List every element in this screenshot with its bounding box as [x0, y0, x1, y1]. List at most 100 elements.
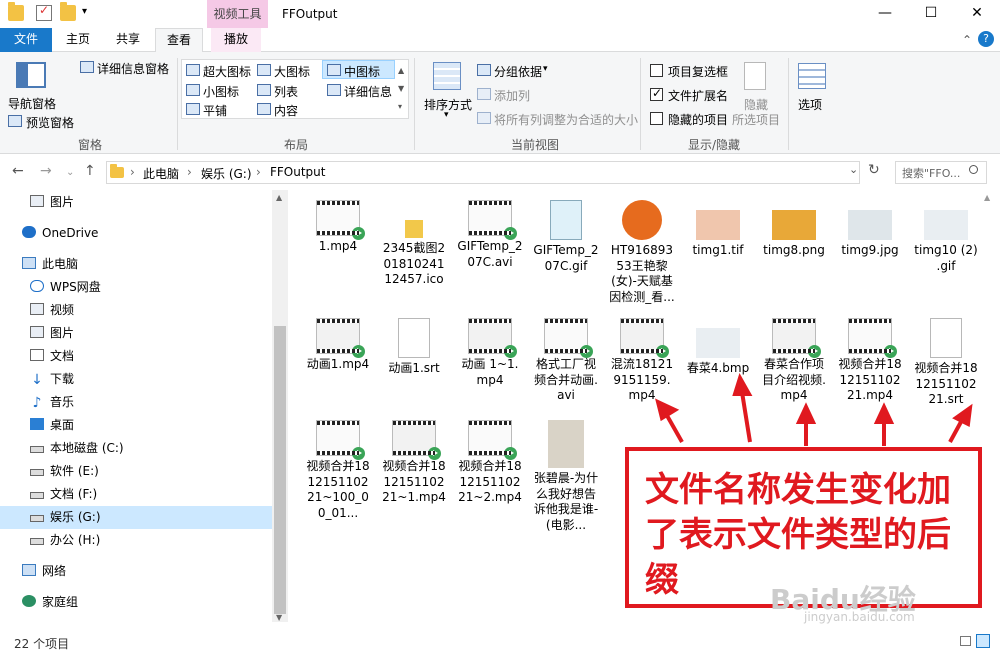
group-by-dropdown-icon[interactable]: ▾	[543, 64, 548, 74]
refresh-icon[interactable]: ↻	[868, 162, 880, 178]
recent-dropdown-icon[interactable]: ⌄	[66, 167, 74, 178]
file-item[interactable]: 动画 1~1.mp4	[452, 318, 528, 388]
nav-item-videos[interactable]: 视频	[0, 299, 272, 322]
details-pane-button[interactable]: 详细信息窗格	[97, 60, 169, 77]
layout-content[interactable]: 内容	[274, 102, 298, 119]
file-item[interactable]: timg1.tif	[680, 200, 756, 259]
file-name: 视频合并181215110221~1.mp4	[382, 459, 446, 504]
address-dropdown-icon[interactable]: ⌄	[849, 163, 858, 176]
tab-file[interactable]: 文件	[0, 28, 52, 52]
navigation-pane-icon[interactable]	[16, 62, 46, 88]
file-item[interactable]: 视频合并181215110221~100_00_01...	[300, 420, 376, 521]
nav-item-pictures[interactable]: 图片	[0, 322, 272, 345]
minimize-button[interactable]: —	[862, 0, 908, 28]
scroll-up-icon[interactable]: ▲	[276, 193, 282, 202]
tab-share[interactable]: 共享	[106, 28, 150, 52]
preview-pane-button[interactable]: 预览窗格	[26, 114, 74, 131]
up-button[interactable]: ↑	[84, 163, 96, 179]
image-thumbnail	[924, 210, 968, 240]
layout-medium-icons[interactable]: 中图标	[344, 63, 380, 80]
large-icons-view-icon[interactable]	[976, 634, 990, 648]
group-label-current-view: 当前视图	[510, 138, 559, 152]
file-item[interactable]: 动画1.mp4	[300, 318, 376, 373]
layout-scroll-icon[interactable]: ▲ ▼ ▾	[398, 62, 404, 116]
file-item[interactable]: timg8.png	[756, 200, 832, 259]
nav-item-wps[interactable]: WPS网盘	[0, 276, 272, 299]
layout-extra-large-icons[interactable]: 超大图标	[203, 63, 251, 80]
file-extensions-checkbox[interactable]	[650, 86, 663, 101]
file-item[interactable]: 视频合并181215110221~1.mp4	[376, 420, 452, 506]
file-item[interactable]: timg9.jpg	[832, 200, 908, 259]
file-item[interactable]: GIFTemp_207C.gif	[528, 200, 604, 274]
options-button[interactable]: 选项	[798, 96, 822, 113]
file-item[interactable]: timg10 (2) .gif	[908, 200, 984, 274]
nav-item-downloads[interactable]: ↓ 下载	[0, 368, 272, 391]
play-icon	[352, 227, 365, 240]
nav-item-this-pc[interactable]: 此电脑	[0, 253, 272, 276]
item-checkboxes-checkbox[interactable]	[650, 64, 663, 77]
nav-item-desktop[interactable]: 桌面	[0, 414, 272, 437]
file-item[interactable]: 张碧晨-为什么我好想告诉他我是谁-(电影...	[528, 420, 604, 533]
hidden-items-checkbox[interactable]	[650, 112, 663, 125]
layout-tiles[interactable]: 平铺	[203, 102, 227, 119]
add-columns-button[interactable]: 添加列	[494, 87, 530, 104]
file-item[interactable]: 视频合并181215110221~2.mp4	[452, 420, 528, 506]
nav-item-music[interactable]: ♪ 音乐	[0, 391, 272, 414]
nav-item-onedrive[interactable]: OneDrive	[0, 222, 272, 245]
video-file-icon	[316, 318, 365, 358]
customize-toolbar-icon[interactable]: ▾	[82, 6, 87, 17]
file-item[interactable]: GIFTemp_207C.avi	[452, 200, 528, 270]
music-note-icon: ♪	[32, 395, 42, 411]
file-item[interactable]: 格式工厂视频合并动画.avi	[528, 318, 604, 404]
layout-small-icons[interactable]: 小图标	[203, 83, 239, 100]
layout-large-icons[interactable]: 大图标	[274, 63, 310, 80]
properties-icon[interactable]: ✓	[36, 3, 52, 21]
scroll-down-icon[interactable]: ▼	[276, 613, 282, 622]
medium-icons-icon	[327, 64, 341, 76]
breadcrumb-drive-g[interactable]: 娱乐 (G:)	[201, 165, 252, 182]
search-icon[interactable]	[969, 165, 978, 174]
size-columns-button[interactable]: 将所有列调整为合适的大小	[494, 111, 638, 128]
file-item[interactable]: 1.mp4	[300, 200, 376, 255]
video-file-icon	[316, 420, 365, 460]
forward-button[interactable]: →	[40, 163, 52, 179]
tab-view[interactable]: 查看	[155, 28, 203, 53]
desktop-icon	[30, 418, 44, 430]
layout-list[interactable]: 列表	[274, 83, 298, 100]
close-button[interactable]: ✕	[954, 0, 1000, 28]
play-icon	[352, 447, 365, 460]
file-item[interactable]: 动画1.srt	[376, 318, 452, 377]
new-folder-icon[interactable]	[60, 2, 76, 21]
nav-item-drive-h[interactable]: 办公 (H:)	[0, 529, 272, 552]
group-by-button[interactable]: 分组依据	[494, 63, 542, 80]
tab-home[interactable]: 主页	[56, 28, 100, 52]
nav-item-network[interactable]: 网络	[0, 560, 272, 583]
details-view-icon[interactable]	[960, 636, 971, 646]
help-icon[interactable]: ?	[978, 31, 994, 47]
nav-item-pictures-quick[interactable]: 图片	[0, 191, 272, 214]
nav-item-documents[interactable]: 文档	[0, 345, 272, 368]
breadcrumb-ffoutput[interactable]: FFOutput	[270, 165, 326, 179]
nav-item-homegroup[interactable]: 家庭组	[0, 591, 272, 614]
sort-dropdown-icon[interactable]: ▾	[444, 110, 449, 120]
back-button[interactable]: ←	[12, 163, 24, 179]
nav-item-drive-g[interactable]: 娱乐 (G:)	[0, 506, 272, 529]
navigation-pane-button[interactable]: 导航窗格	[8, 95, 56, 112]
video-file-icon	[468, 420, 517, 460]
file-item[interactable]: HT91689353王艳黎(女)-天赋基因检测_看...	[604, 200, 680, 305]
scroll-up-icon[interactable]: ▲	[984, 193, 990, 202]
sidebar-scrollbar-thumb[interactable]	[274, 326, 286, 614]
tab-play[interactable]: 播放	[211, 28, 261, 52]
maximize-button[interactable]: ☐	[908, 0, 954, 28]
status-item-count: 22 个项目	[14, 637, 70, 651]
folder-icon	[8, 2, 24, 21]
group-separator	[177, 58, 178, 150]
layout-details[interactable]: 详细信息	[344, 83, 392, 100]
collapse-ribbon-icon[interactable]: ⌃	[962, 33, 972, 47]
file-item[interactable]: 2345截图20181024112457.ico	[376, 200, 452, 288]
nav-item-drive-c[interactable]: 本地磁盘 (C:)	[0, 437, 272, 460]
arrow-line	[948, 419, 964, 443]
nav-item-drive-f[interactable]: 文档 (F:)	[0, 483, 272, 506]
breadcrumb-this-pc[interactable]: 此电脑	[143, 165, 179, 182]
nav-item-drive-e[interactable]: 软件 (E:)	[0, 460, 272, 483]
